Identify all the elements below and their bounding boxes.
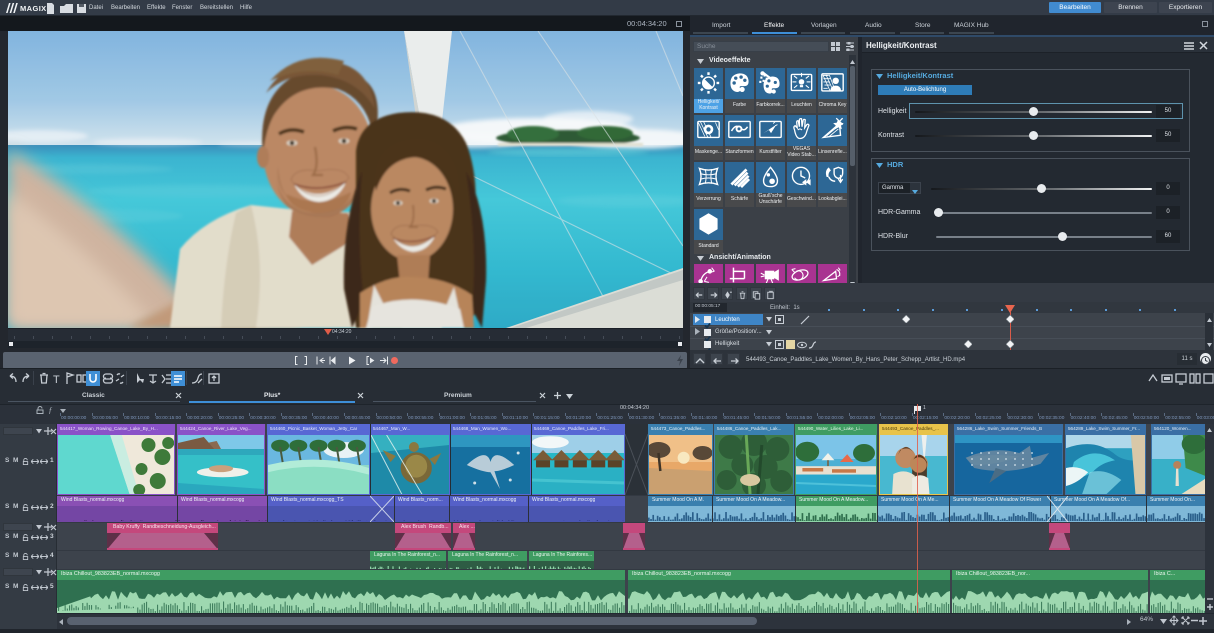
svg-text:f: f: [49, 406, 53, 414]
svg-text:T: T: [53, 374, 60, 386]
